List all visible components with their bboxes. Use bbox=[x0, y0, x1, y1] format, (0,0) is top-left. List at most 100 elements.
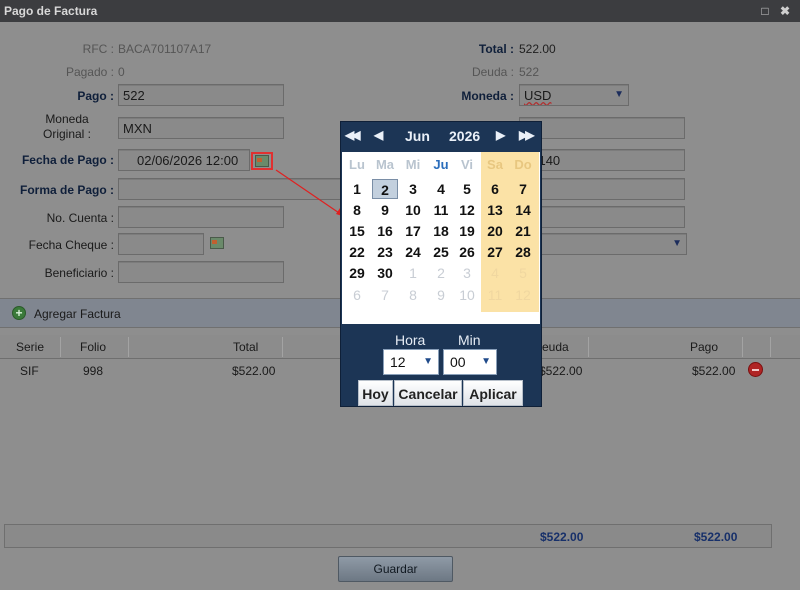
calendar-day[interactable]: 23 bbox=[372, 242, 398, 262]
row-total: $522.00 bbox=[232, 364, 276, 378]
moneda-select[interactable]: USD ▼ bbox=[519, 84, 629, 106]
apply-button[interactable]: Aplicar bbox=[463, 380, 523, 406]
window-title: Pago de Factura bbox=[4, 4, 98, 18]
calendar-day[interactable]: 1 bbox=[344, 179, 370, 199]
rfc-label: RFC : bbox=[82, 42, 114, 56]
calendar-day[interactable]: 26 bbox=[454, 242, 480, 262]
calendar-day[interactable]: 5 bbox=[510, 263, 536, 283]
calendar-day[interactable]: 2 bbox=[372, 179, 398, 199]
min-value: 00 bbox=[450, 354, 466, 370]
today-button[interactable]: Hoy bbox=[358, 380, 393, 406]
col-deuda[interactable]: euda bbox=[542, 340, 569, 354]
right-field-4[interactable] bbox=[519, 178, 685, 200]
calendar-day[interactable]: 9 bbox=[428, 285, 454, 305]
calendar-day[interactable]: 7 bbox=[510, 179, 536, 199]
total-value: 522.00 bbox=[519, 42, 556, 56]
hora-value: 12 bbox=[390, 354, 406, 370]
forma-pago-input[interactable] bbox=[118, 178, 342, 200]
calendar-day[interactable]: 8 bbox=[400, 285, 426, 305]
min-select[interactable]: 00 ▼ bbox=[443, 349, 497, 375]
calendar-day[interactable]: 16 bbox=[372, 221, 398, 241]
beneficiario-input[interactable] bbox=[118, 261, 284, 283]
col-serie[interactable]: Serie bbox=[16, 340, 44, 354]
fecha-pago-calendar-button[interactable] bbox=[251, 152, 273, 170]
calendar-day[interactable]: 1 bbox=[400, 263, 426, 283]
calendar-day[interactable]: 21 bbox=[510, 221, 536, 241]
next-month-icon[interactable]: ▶ bbox=[496, 128, 505, 142]
calendar-day[interactable]: 15 bbox=[344, 221, 370, 241]
pagado-value: 0 bbox=[118, 65, 125, 79]
prev-month-icon[interactable]: ◀ bbox=[374, 128, 383, 142]
calendar-day[interactable]: 11 bbox=[428, 200, 454, 220]
right-select[interactable]: VA ▼ bbox=[519, 233, 687, 255]
min-label: Min bbox=[458, 332, 481, 348]
prev-year-icon[interactable]: ◀◀ bbox=[345, 128, 361, 142]
calendar-day[interactable]: 14 bbox=[510, 200, 536, 220]
calendar-day[interactable]: 19 bbox=[454, 221, 480, 241]
calendar-day[interactable]: 2 bbox=[428, 263, 454, 283]
calendar-day[interactable]: 8 bbox=[344, 200, 370, 220]
calendar-day[interactable]: 29 bbox=[344, 263, 370, 283]
calendar-day[interactable]: 30 bbox=[372, 263, 398, 283]
save-button[interactable]: Guardar bbox=[338, 556, 453, 582]
calendar-day[interactable]: 5 bbox=[454, 179, 480, 199]
calendar-year[interactable]: 2026 bbox=[449, 128, 480, 144]
fecha-cheque-label: Fecha Cheque : bbox=[28, 238, 114, 252]
right-field-2[interactable]: 28 bbox=[519, 117, 685, 139]
fecha-pago-input[interactable]: 02/06/2026 12:00 bbox=[118, 149, 250, 171]
calendar-day[interactable]: 9 bbox=[372, 200, 398, 220]
pago-input[interactable]: 522 bbox=[118, 84, 284, 106]
fecha-cheque-input[interactable] bbox=[118, 233, 204, 255]
rfc-value: BACA701107A17 bbox=[118, 42, 212, 56]
col-folio[interactable]: Folio bbox=[80, 340, 106, 354]
calendar-day[interactable]: 18 bbox=[428, 221, 454, 241]
chevron-down-icon: ▼ bbox=[423, 356, 433, 367]
calendar-month[interactable]: Jun bbox=[405, 128, 430, 144]
add-icon[interactable]: + bbox=[12, 306, 26, 320]
col-divider bbox=[588, 337, 589, 357]
add-invoice-button[interactable]: Agregar Factura bbox=[34, 307, 121, 321]
pago-label: Pago : bbox=[77, 89, 114, 103]
moneda-original-input[interactable]: MXN bbox=[118, 117, 284, 139]
right-field-5[interactable] bbox=[519, 206, 685, 228]
calendar-day[interactable]: 20 bbox=[482, 221, 508, 241]
moneda-original-label-1: Moneda bbox=[45, 112, 89, 126]
col-total[interactable]: Total bbox=[233, 340, 258, 354]
calendar-day[interactable]: 6 bbox=[344, 285, 370, 305]
calendar-day[interactable]: 28 bbox=[510, 242, 536, 262]
weekday-label: Ma bbox=[375, 157, 395, 172]
calendar-day[interactable]: 27 bbox=[482, 242, 508, 262]
col-divider bbox=[742, 337, 743, 357]
calendar-day[interactable]: 10 bbox=[400, 200, 426, 220]
right-field-3[interactable]: 58140 bbox=[519, 149, 685, 171]
fecha-cheque-calendar-button[interactable] bbox=[208, 236, 226, 250]
calendar-day[interactable]: 3 bbox=[454, 263, 480, 283]
calendar-day[interactable]: 10 bbox=[454, 285, 480, 305]
hora-select[interactable]: 12 ▼ bbox=[383, 349, 439, 375]
no-cuenta-label: No. Cuenta : bbox=[46, 211, 114, 225]
cancel-button[interactable]: Cancelar bbox=[394, 380, 462, 406]
moneda-value: USD bbox=[524, 88, 552, 103]
forma-pago-label: Forma de Pago : bbox=[19, 183, 114, 197]
pagado-label: Pagado : bbox=[65, 65, 114, 79]
calendar-day[interactable]: 4 bbox=[482, 263, 508, 283]
calendar-day[interactable]: 25 bbox=[428, 242, 454, 262]
footer-pago: $522.00 bbox=[694, 530, 738, 544]
remove-icon[interactable] bbox=[748, 362, 763, 377]
invoices-footer: $522.00 $522.00 bbox=[4, 524, 772, 548]
calendar-day[interactable]: 22 bbox=[344, 242, 370, 262]
calendar-day[interactable]: 12 bbox=[454, 200, 480, 220]
calendar-day[interactable]: 17 bbox=[400, 221, 426, 241]
calendar-day[interactable]: 3 bbox=[400, 179, 426, 199]
calendar-day[interactable]: 13 bbox=[482, 200, 508, 220]
next-year-icon[interactable]: ▶▶ bbox=[519, 128, 535, 142]
calendar-day[interactable]: 24 bbox=[400, 242, 426, 262]
no-cuenta-input[interactable] bbox=[118, 206, 284, 228]
calendar-day[interactable]: 4 bbox=[428, 179, 454, 199]
calendar-day[interactable]: 12 bbox=[510, 285, 536, 305]
calendar-day[interactable]: 6 bbox=[482, 179, 508, 199]
col-pago[interactable]: Pago bbox=[690, 340, 718, 354]
calendar-day[interactable]: 11 bbox=[482, 285, 508, 305]
window-controls[interactable]: □ ✖ bbox=[761, 0, 794, 22]
calendar-day[interactable]: 7 bbox=[372, 285, 398, 305]
